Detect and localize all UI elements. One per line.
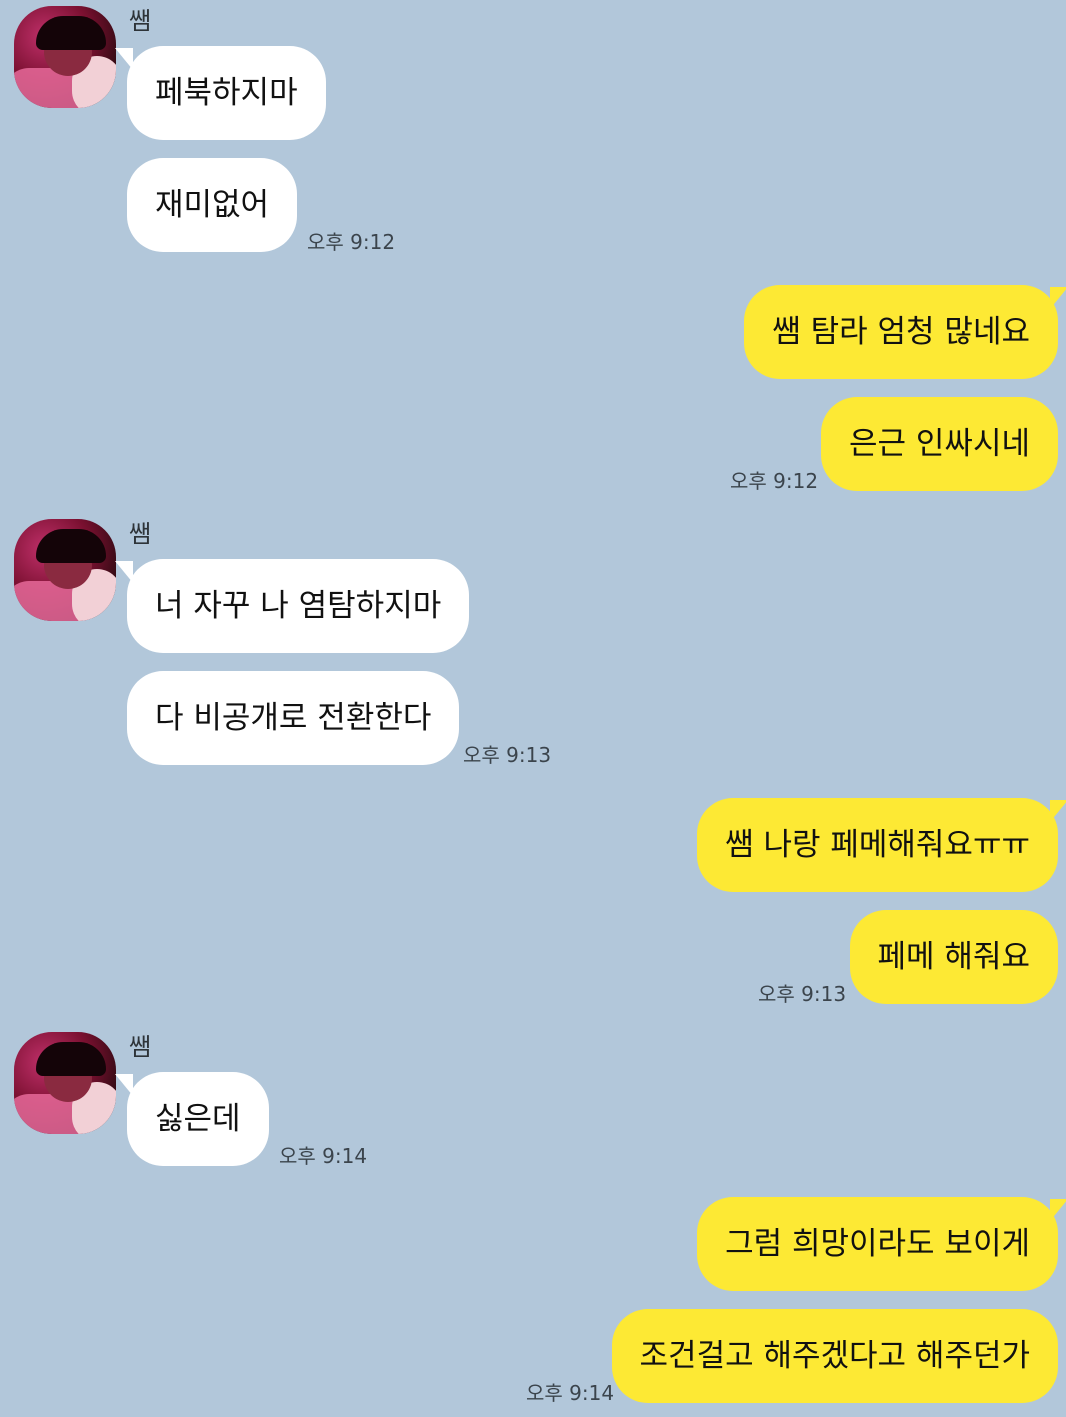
message-bubble-outgoing[interactable]: 쌤 탐라 엄청 많네요 — [744, 285, 1066, 379]
message-bubble-outgoing[interactable]: 페메 해줘요 — [849, 910, 1058, 1004]
message-bubble-incoming[interactable]: 재미없어 — [127, 158, 298, 252]
message-timestamp: 오후 9:14 — [526, 1381, 615, 1405]
sender-name: 쌤 — [129, 7, 152, 35]
message-timestamp: 오후 9:12 — [307, 230, 396, 254]
message-bubble-outgoing[interactable]: 쌤 나랑 페메해줘요ㅠㅠ — [697, 798, 1066, 892]
message-bubble-incoming[interactable]: 싫은데 — [115, 1072, 269, 1166]
message-bubble-incoming[interactable]: 다 비공개로 전환한다 — [127, 671, 460, 765]
message-bubble-incoming[interactable]: 페북하지마 — [115, 46, 326, 140]
message-timestamp: 오후 9:13 — [758, 982, 847, 1006]
sender-name: 쌤 — [129, 1033, 152, 1061]
profile-avatar[interactable] — [14, 1032, 116, 1134]
message-timestamp: 오후 9:12 — [730, 469, 819, 493]
message-timestamp: 오후 9:13 — [463, 743, 552, 767]
sender-name: 쌤 — [129, 520, 152, 548]
message-timestamp: 오후 9:14 — [279, 1144, 368, 1168]
message-bubble-outgoing[interactable]: 은근 인싸시네 — [821, 397, 1058, 491]
message-bubble-outgoing[interactable]: 조건걸고 해주겠다고 해주던가 — [611, 1309, 1058, 1403]
profile-avatar[interactable] — [14, 519, 116, 621]
message-bubble-outgoing[interactable]: 그럼 희망이라도 보이게 — [697, 1197, 1066, 1291]
message-bubble-incoming[interactable]: 너 자꾸 나 염탐하지마 — [114, 559, 470, 653]
profile-avatar[interactable] — [14, 6, 116, 108]
